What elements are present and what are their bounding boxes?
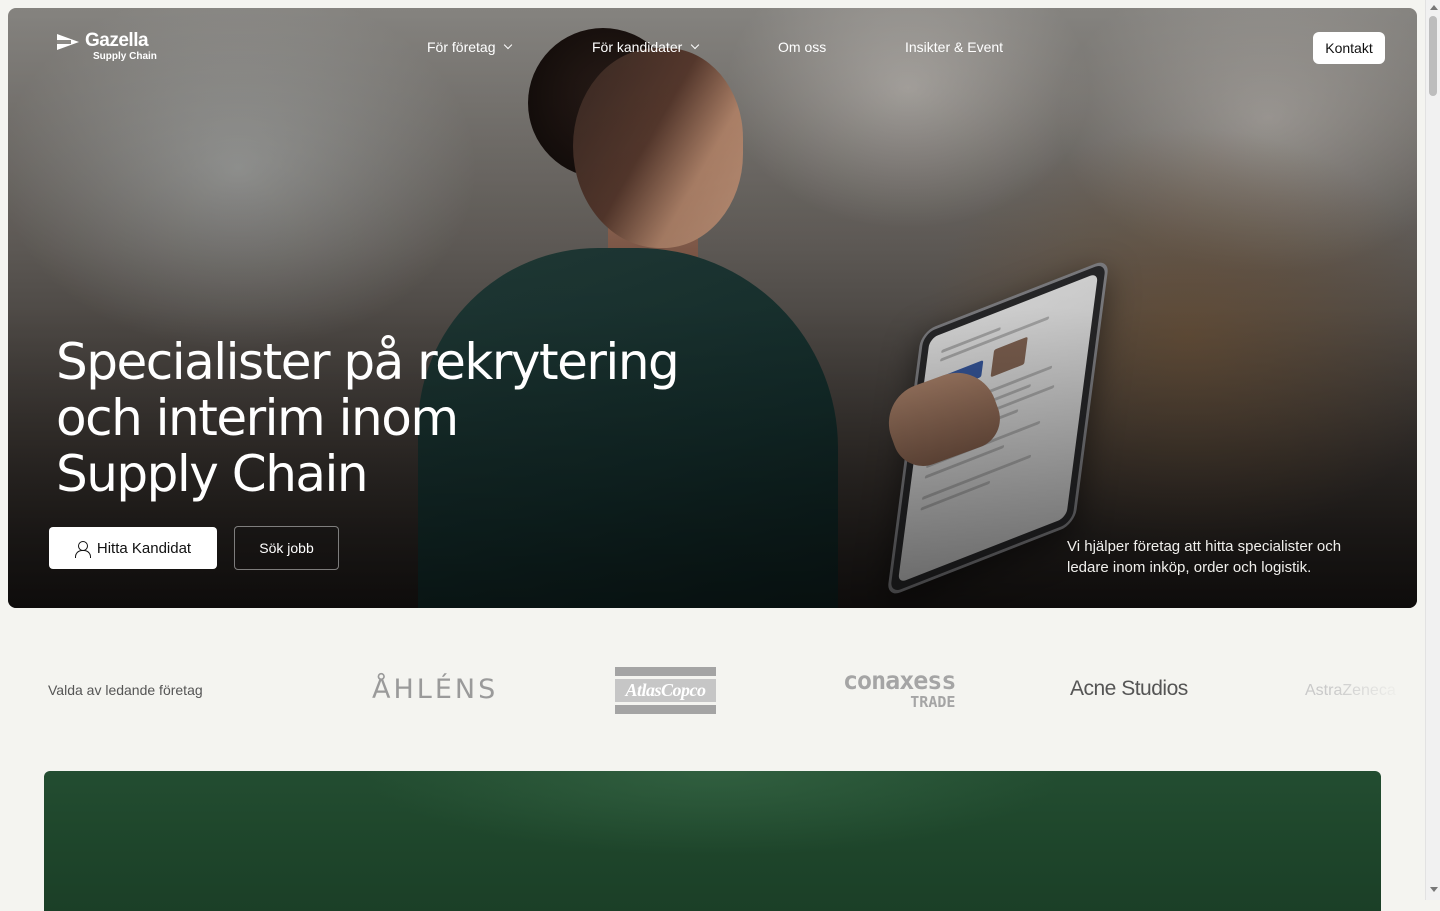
hero-section: Gazella Supply Chain För företag För kan… (8, 8, 1417, 608)
nav-item-label: För företag (427, 39, 496, 55)
headline-line: och interim inom (56, 389, 459, 447)
find-candidate-button[interactable]: Hitta Kandidat (49, 527, 217, 569)
person-icon (74, 540, 91, 558)
chevron-down-icon (691, 40, 700, 50)
green-feature-section (44, 771, 1381, 911)
nav-item-for-kandidater[interactable]: För kandidater (592, 39, 700, 55)
acne-studios-logo: Acne Studios (1070, 677, 1188, 700)
atlas-copco-logo: AtlasCopco (615, 667, 716, 714)
hero-headline: Specialister på rekrytering och interim … (56, 334, 736, 502)
nav-item-label: Om oss (778, 39, 827, 55)
conaxess-logo-subtext: TRADE (910, 693, 956, 711)
ahlens-logo: ÅHLÉNS (372, 674, 499, 705)
conaxess-trade-logo: conaxess TRADE (843, 666, 956, 711)
chevron-down-icon (504, 40, 513, 50)
headline-line: Supply Chain (56, 445, 369, 503)
scroll-up-arrow-icon[interactable] (1430, 5, 1438, 10)
nav-item-label: För kandidater (592, 39, 683, 55)
nav-item-om-oss[interactable]: Om oss (778, 39, 826, 55)
search-jobs-button[interactable]: Sök jobb (234, 526, 339, 570)
logo-name: Gazella (85, 30, 149, 51)
gazelle-arrow-logo-icon (57, 34, 79, 50)
nav-item-for-foretag[interactable]: För företag (427, 39, 513, 55)
page-scrollbar[interactable] (1425, 0, 1440, 900)
nav-item-label: Insikter & Event (905, 39, 1004, 55)
client-logos-label: Valda av ledande företag (48, 682, 203, 698)
hero-overlay (8, 8, 1417, 608)
hero-description: Vi hjälper företag att hitta specialiste… (1067, 538, 1342, 576)
conaxess-logo-text: conaxess (843, 666, 956, 695)
scroll-down-arrow-icon[interactable] (1430, 887, 1438, 892)
scrollbar-thumb[interactable] (1429, 16, 1437, 96)
atlas-copco-logo-text: AtlasCopco (625, 680, 706, 700)
logo-strip-fade (1330, 650, 1420, 730)
find-candidate-label: Hitta Kandidat (96, 539, 192, 557)
logo-subtitle: Supply Chain (93, 51, 157, 62)
headline-line: Specialister på rekrytering (56, 333, 680, 391)
nav-item-insikter-event[interactable]: Insikter & Event (905, 39, 1003, 55)
contact-button[interactable]: Kontakt (1313, 32, 1385, 64)
